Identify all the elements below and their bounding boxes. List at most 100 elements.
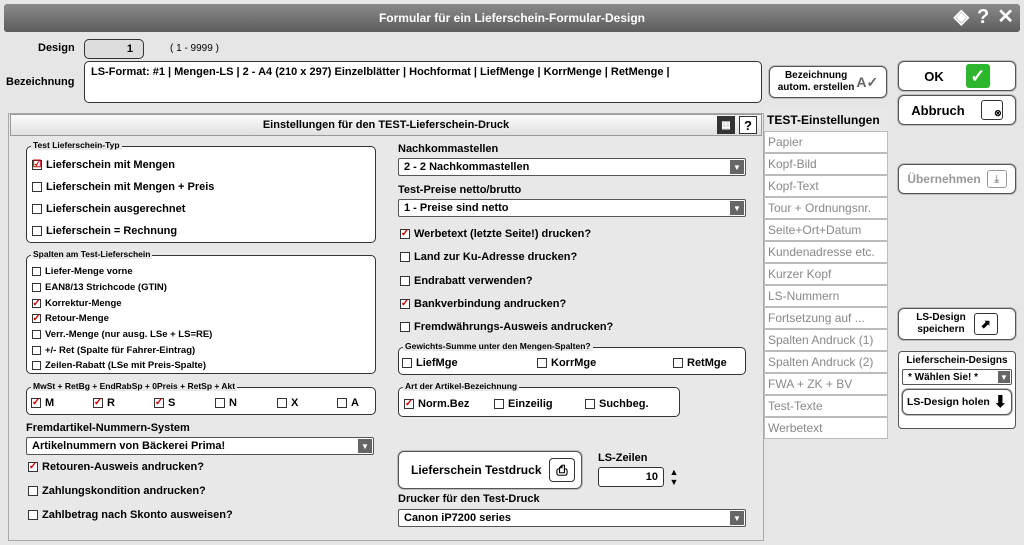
tab-item[interactable]: Kopf-Text [764,175,888,197]
mwst-option-x[interactable]: X [277,397,298,409]
mwst-option-s[interactable]: ✓ S [154,397,175,409]
designs-select[interactable]: * Wählen Sie! * ▼ [902,369,1012,385]
checkbox[interactable] [32,330,41,339]
uebernehmen-button[interactable]: Übernehmen ⤓ [898,164,1016,194]
checkbox[interactable] [277,398,287,408]
ls-design-save-button[interactable]: LS-Design speichern ⬈ [898,308,1016,340]
artbez-option[interactable]: Einzeilig [494,398,553,410]
bezeichnung-field[interactable]: LS-Format: #1 | Mengen-LS | 2 - A4 (210 … [84,61,762,103]
checkbox[interactable] [28,486,38,496]
checkbox[interactable]: ✓ [93,398,103,408]
checkbox[interactable] [28,510,38,520]
checkbox[interactable] [494,399,504,409]
panel-help-icon[interactable]: ? [739,116,757,134]
gewicht-option[interactable]: RetMge [673,357,727,369]
checkbox[interactable] [673,358,683,368]
checkbox[interactable]: ✓ [28,462,38,472]
checkbox[interactable] [32,283,41,292]
tab-item[interactable]: Fortsetzung auf ... [764,307,888,329]
artbez-option[interactable]: Suchbeg. [585,398,649,410]
checkbox[interactable] [32,361,41,370]
tab-item[interactable]: Kundenadresse etc. [764,241,888,263]
tab-item[interactable]: LS-Nummern [764,285,888,307]
diamond-icon[interactable]: ◈ [954,7,969,27]
tabs-header[interactable]: TEST-Einstellungen [764,108,888,131]
typ-option-2[interactable]: Lieferschein ausgerechnet [32,203,185,215]
checkbox[interactable]: ✓ [154,398,164,408]
checkbox[interactable]: ✓ [400,229,410,239]
artbez-option[interactable]: ✓ Norm.Bez [404,398,469,410]
mwst-option-r[interactable]: ✓ R [93,397,115,409]
tab-item[interactable]: FWA + ZK + BV [764,373,888,395]
retouren-ausweis-option[interactable]: ✓ Retouren-Ausweis andrucken? [28,461,204,473]
spalten-option[interactable]: Zeilen-Rabatt (LSe mit Preis-Spalte) [32,360,206,371]
testdruck-button[interactable]: Lieferschein Testdruck ⎙ [398,451,582,489]
checkbox[interactable] [32,346,41,355]
land-option[interactable]: Land zur Ku-Adresse drucken? [400,251,577,263]
bankverbindung-option[interactable]: ✓ Bankverbindung andrucken? [400,298,566,310]
tab-item[interactable]: Kurzer Kopf [764,263,888,285]
tab-item[interactable]: Kopf-Bild [764,153,888,175]
tab-item[interactable]: Spalten Andruck (1) [764,329,888,351]
checkbox[interactable]: ✓ [32,298,41,308]
tab-item[interactable]: Seite+Ort+Datum [764,219,888,241]
drucker-select[interactable]: Canon iP7200 series ▼ [398,509,746,527]
werbetext-option[interactable]: ✓ Werbetext (letzte Seite!) drucken? [400,228,591,240]
checkbox[interactable] [402,358,412,368]
checkbox[interactable] [585,399,595,409]
zahlungskondition-option[interactable]: Zahlungskondition andrucken? [28,485,206,497]
checkbox[interactable]: ☑ [32,160,42,170]
spalten-option[interactable]: Liefer-Menge vorne [32,266,133,277]
mwst-option-a[interactable]: A [337,397,359,409]
auto-bezeichnung-button[interactable]: Bezeichnung autom. erstellen A✓ [769,66,887,98]
checkbox[interactable]: ✓ [32,313,41,323]
tab-item[interactable]: Papier [764,131,888,153]
checkbox[interactable] [32,226,42,236]
tab-item[interactable]: Werbetext [764,417,888,439]
ls-design-get-button[interactable]: LS-Design holen ⬇ [902,389,1012,415]
tab-item[interactable]: Spalten Andruck (2) [764,351,888,373]
design-number-field[interactable]: 1 [84,39,144,59]
lszeilen-stepper[interactable]: ▲ ▼ [665,467,683,487]
tab-item[interactable]: Tour + Ordnungsnr. [764,197,888,219]
spalten-option[interactable]: ✓ Retour-Menge [32,313,109,324]
spalten-option[interactable]: +/- Ret (Spalte für Fahrer-Eintrag) [32,345,195,356]
ok-button[interactable]: OK ✓ [898,61,1016,91]
checkbox[interactable]: ✓ [400,299,410,309]
checkbox[interactable] [32,182,42,192]
spalten-option[interactable]: EAN8/13 Strichcode (GTIN) [32,282,167,293]
checkbox[interactable] [215,398,225,408]
film-icon[interactable]: ▦ [717,116,735,134]
typ-option-0[interactable]: ☑ Lieferschein mit Mengen [32,159,175,171]
arrow-up-icon[interactable]: ▲ [665,467,683,477]
checkbox[interactable] [337,398,347,408]
gewicht-option[interactable]: KorrMge [537,357,596,369]
fremdwaehrung-option[interactable]: Fremdwährungs-Ausweis andrucken? [400,321,613,333]
checkbox[interactable]: ✓ [404,399,414,409]
abbruch-button[interactable]: Abbruch ⊗ [898,95,1016,125]
checkbox[interactable] [537,358,547,368]
typ-option-3[interactable]: Lieferschein = Rechnung [32,225,177,237]
help-icon[interactable]: ? [977,7,989,27]
nachkomma-select[interactable]: 2 - 2 Nachkommastellen ▼ [398,158,746,176]
zahlbetrag-option[interactable]: Zahlbetrag nach Skonto ausweisen? [28,509,233,521]
arrow-down-icon[interactable]: ▼ [665,477,683,487]
checkbox[interactable]: ✓ [31,398,41,408]
mwst-option-m[interactable]: ✓ M [31,397,54,409]
spalten-option[interactable]: Verr.-Menge (nur ausg. LSe + LS=RE) [32,329,212,340]
typ-option-1[interactable]: Lieferschein mit Mengen + Preis [32,181,214,193]
preise-select[interactable]: 1 - Preise sind netto ▼ [398,199,746,217]
mwst-option-n[interactable]: N [215,397,237,409]
endrabatt-option[interactable]: Endrabatt verwenden? [400,275,533,287]
spalten-option[interactable]: ✓ Korrektur-Menge [32,298,122,309]
tab-item[interactable]: Test-Texte [764,395,888,417]
fremd-select[interactable]: Artikelnummern von Bäckerei Prima! ▼ [26,437,374,455]
lszeilen-field[interactable]: 10 [598,467,664,487]
checkbox[interactable] [32,267,41,276]
gewicht-option[interactable]: LiefMge [402,357,458,369]
checkbox[interactable] [32,204,42,214]
checkbox[interactable] [400,252,410,262]
checkbox[interactable] [400,322,410,332]
close-icon[interactable]: ✕ [997,7,1014,27]
checkbox[interactable] [400,276,410,286]
